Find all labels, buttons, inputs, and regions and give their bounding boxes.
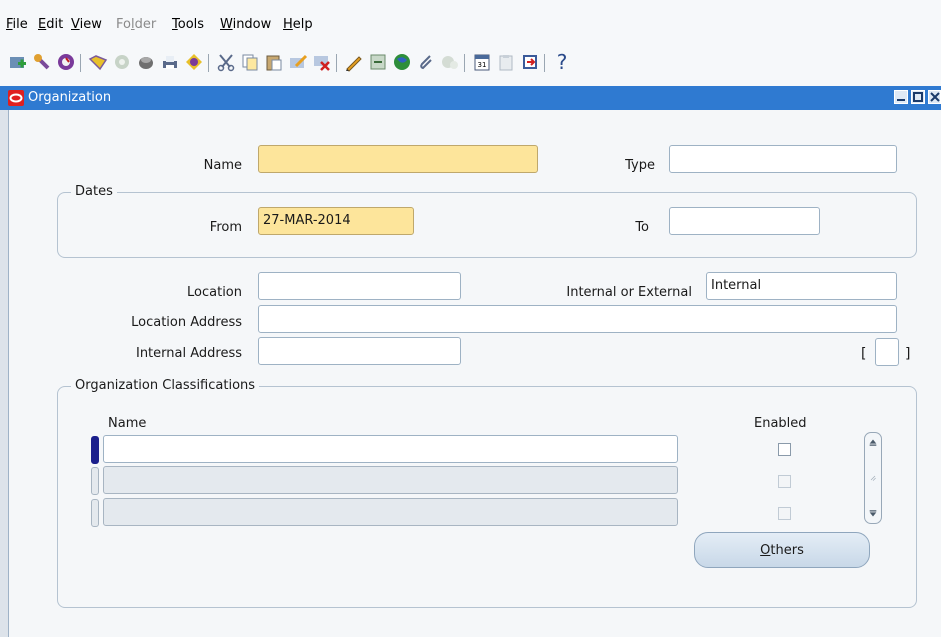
classification-name-field[interactable] bbox=[103, 466, 678, 494]
edit-field-icon[interactable] bbox=[344, 52, 364, 72]
classifications-scrollbar[interactable] bbox=[864, 432, 882, 524]
close-form-icon[interactable] bbox=[184, 52, 204, 72]
others-button[interactable]: Others bbox=[694, 532, 870, 568]
window-title: Organization bbox=[28, 90, 112, 105]
row-marker[interactable] bbox=[91, 499, 99, 527]
toolbar: 31 ? bbox=[0, 40, 941, 87]
internal-address-label: Internal Address bbox=[135, 346, 242, 361]
enabled-checkbox[interactable] bbox=[778, 443, 791, 456]
others-label-rest: thers bbox=[770, 542, 804, 558]
internal-address-field[interactable] bbox=[258, 337, 461, 365]
delete-record-icon[interactable] bbox=[312, 52, 332, 72]
copy-icon[interactable] bbox=[240, 52, 260, 72]
clipboard-icon bbox=[496, 52, 516, 72]
row-marker[interactable] bbox=[91, 467, 99, 495]
menu-tools[interactable]: Tools bbox=[172, 17, 204, 32]
save-and-proceed-icon bbox=[112, 52, 132, 72]
descriptive-flexfield[interactable] bbox=[875, 338, 899, 366]
classification-name-field[interactable] bbox=[103, 498, 678, 526]
find-icon[interactable] bbox=[32, 52, 52, 72]
attachments-icon[interactable] bbox=[416, 52, 436, 72]
classification-name-header: Name bbox=[108, 416, 147, 431]
name-field[interactable] bbox=[258, 145, 538, 173]
location-address-label: Location Address bbox=[131, 315, 242, 330]
menu-help[interactable]: Help bbox=[283, 17, 313, 32]
menu-edit[interactable]: Edit bbox=[38, 17, 63, 32]
help-icon[interactable]: ? bbox=[552, 50, 572, 74]
calendar-icon[interactable]: 31 bbox=[472, 52, 492, 72]
zoom-icon[interactable] bbox=[368, 52, 388, 72]
folder-tools-icon bbox=[440, 52, 460, 72]
from-label: From bbox=[209, 220, 242, 235]
new-record-icon[interactable] bbox=[8, 52, 28, 72]
enabled-checkbox[interactable] bbox=[778, 475, 791, 488]
svg-text:31: 31 bbox=[478, 61, 487, 69]
type-label: Type bbox=[625, 158, 655, 173]
scroll-up-icon[interactable] bbox=[866, 435, 880, 449]
print-icon[interactable] bbox=[160, 52, 180, 72]
menu-folder[interactable]: Folder bbox=[116, 17, 156, 32]
menu-window[interactable]: Window bbox=[220, 17, 271, 32]
oracle-icon bbox=[8, 90, 24, 106]
close-icon[interactable] bbox=[928, 90, 941, 104]
descriptive-flexfield-close-bracket: ] bbox=[905, 346, 911, 362]
menu-file[interactable]: File bbox=[6, 17, 28, 32]
translations-icon[interactable] bbox=[392, 52, 412, 72]
cut-icon[interactable] bbox=[216, 52, 236, 72]
type-field[interactable] bbox=[669, 145, 897, 173]
classification-name-field[interactable] bbox=[103, 435, 678, 463]
paste-icon[interactable] bbox=[264, 52, 284, 72]
open-folder-icon[interactable] bbox=[88, 52, 108, 72]
to-date-field[interactable] bbox=[669, 207, 820, 235]
minimize-icon[interactable] bbox=[894, 90, 908, 104]
save-icon[interactable] bbox=[136, 52, 156, 72]
menu-bar: File Edit View Folder Tools Window Help bbox=[0, 0, 941, 40]
organization-classifications-title: Organization Classifications bbox=[71, 378, 260, 393]
location-label: Location bbox=[187, 285, 242, 300]
from-date-field[interactable]: 27-MAR-2014 bbox=[258, 207, 414, 235]
navigator-icon[interactable] bbox=[56, 52, 76, 72]
to-label: To bbox=[635, 220, 649, 235]
clear-record-icon[interactable] bbox=[288, 52, 308, 72]
dates-group-title: Dates bbox=[71, 184, 117, 199]
others-mnemonic: O bbox=[760, 542, 771, 558]
enabled-header: Enabled bbox=[754, 416, 807, 431]
scroll-thumb-icon[interactable] bbox=[866, 471, 880, 485]
location-address-field[interactable] bbox=[258, 305, 897, 333]
descriptive-flexfield-open-bracket: [ bbox=[861, 346, 867, 362]
export-icon[interactable] bbox=[520, 52, 540, 72]
maximize-icon[interactable] bbox=[911, 90, 925, 104]
internal-external-field[interactable]: Internal bbox=[706, 272, 897, 300]
location-field[interactable] bbox=[258, 272, 461, 300]
internal-external-label: Internal or External bbox=[566, 285, 692, 300]
scroll-down-icon[interactable] bbox=[866, 507, 880, 521]
menu-view[interactable]: View bbox=[71, 17, 102, 32]
window-title-bar: Organization bbox=[0, 86, 941, 110]
row-marker[interactable] bbox=[91, 436, 99, 464]
name-label: Name bbox=[203, 158, 242, 173]
enabled-checkbox[interactable] bbox=[778, 507, 791, 520]
